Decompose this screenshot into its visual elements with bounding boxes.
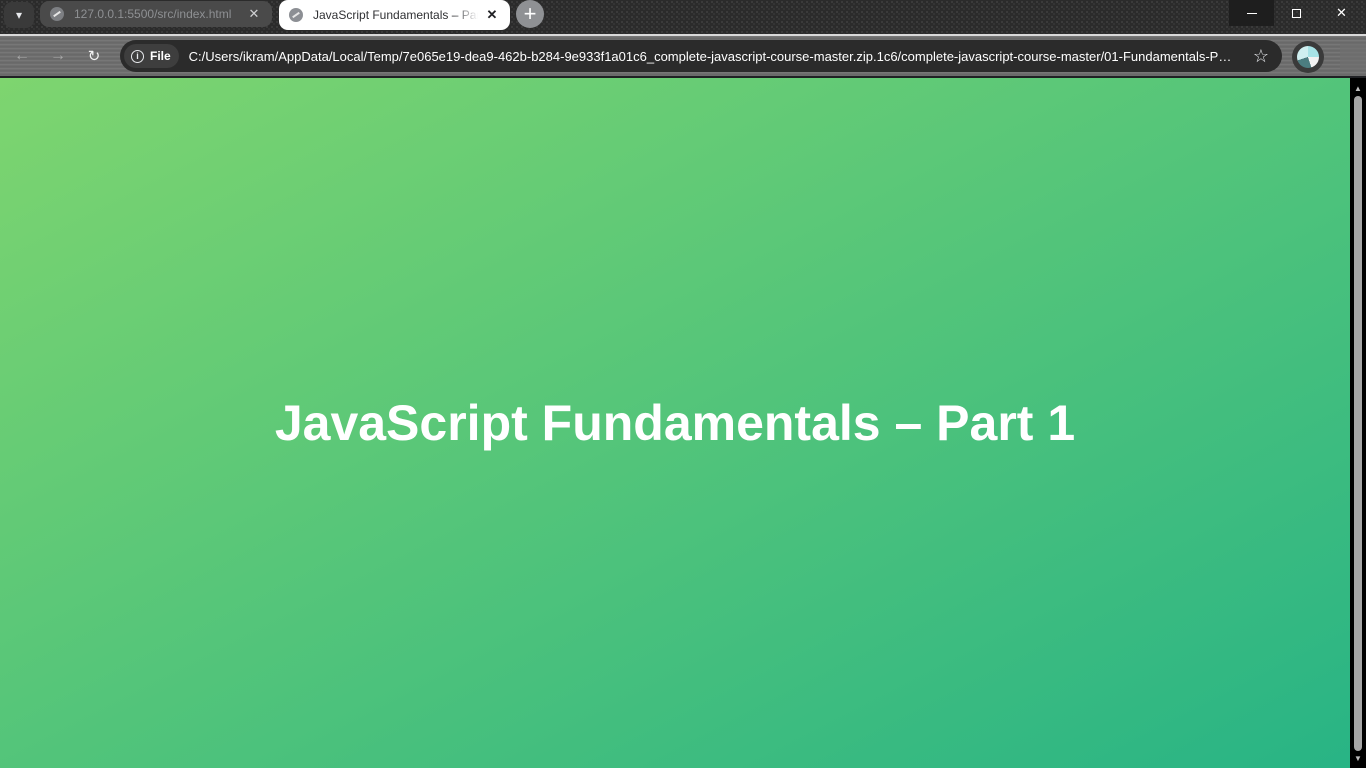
tab-localhost[interactable]: 127.0.0.1:5500/src/index.html ✕: [40, 1, 272, 27]
arrow-right-icon: →: [50, 47, 66, 64]
globe-icon: [289, 8, 303, 22]
close-icon[interactable]: ✕: [484, 7, 500, 23]
site-info-label: File: [150, 49, 171, 63]
page-heading: JavaScript Fundamentals – Part 1: [274, 395, 1076, 451]
star-icon: ☆: [1252, 45, 1270, 66]
profile-button[interactable]: [1292, 41, 1324, 73]
plus-icon: +: [523, 1, 537, 26]
back-button[interactable]: ←: [10, 44, 34, 68]
tab-search-button[interactable]: ▾: [4, 2, 34, 28]
address-bar[interactable]: i File C:/Users/ikram/AppData/Local/Temp…: [120, 40, 1282, 72]
scroll-down-icon[interactable]: ▼: [1350, 750, 1366, 766]
scrollbar-thumb[interactable]: [1354, 96, 1362, 751]
tab-title: 127.0.0.1:5500/src/index.html: [74, 7, 232, 21]
scroll-up-icon[interactable]: ▲: [1350, 80, 1366, 96]
window-close-button[interactable]: ✕: [1319, 0, 1364, 26]
minimize-icon: [1246, 12, 1257, 14]
reload-button[interactable]: ↻: [82, 44, 106, 68]
arrow-left-icon: ←: [14, 47, 30, 64]
browser-menu-button[interactable]: [1340, 44, 1366, 70]
tab-javascript-fundamentals[interactable]: JavaScript Fundamentals – Part 1 ✕: [279, 0, 510, 30]
minimize-button[interactable]: [1229, 0, 1274, 26]
close-icon[interactable]: ✕: [246, 6, 262, 22]
site-info-chip[interactable]: i File: [124, 44, 179, 68]
vertical-scrollbar[interactable]: ▲ ▼: [1350, 78, 1366, 768]
globe-icon: [50, 7, 64, 21]
browser-window: ▾ 127.0.0.1:5500/src/index.html ✕ JavaSc…: [0, 0, 1366, 768]
toolbar: ← → ↻ i File C:/Users/ikram/AppData/Loca…: [0, 34, 1366, 76]
tab-strip: ▾ 127.0.0.1:5500/src/index.html ✕ JavaSc…: [0, 0, 1366, 34]
bookmark-button[interactable]: ☆: [1248, 43, 1274, 69]
close-icon: ✕: [1336, 5, 1347, 20]
chevron-down-icon: ▾: [15, 8, 23, 22]
reload-icon: ↻: [87, 48, 101, 65]
info-icon: i: [131, 49, 144, 63]
maximize-icon: [1292, 8, 1301, 18]
tab-title: JavaScript Fundamentals – Part 1: [313, 8, 478, 22]
new-tab-button[interactable]: +: [516, 0, 544, 28]
maximize-button[interactable]: [1274, 0, 1319, 26]
profile-avatar-icon: [1297, 46, 1319, 68]
forward-button[interactable]: →: [46, 44, 70, 68]
page-viewport: JavaScript Fundamentals – Part 1: [0, 78, 1350, 768]
url-text[interactable]: C:/Users/ikram/AppData/Local/Temp/7e065e…: [189, 49, 1236, 64]
